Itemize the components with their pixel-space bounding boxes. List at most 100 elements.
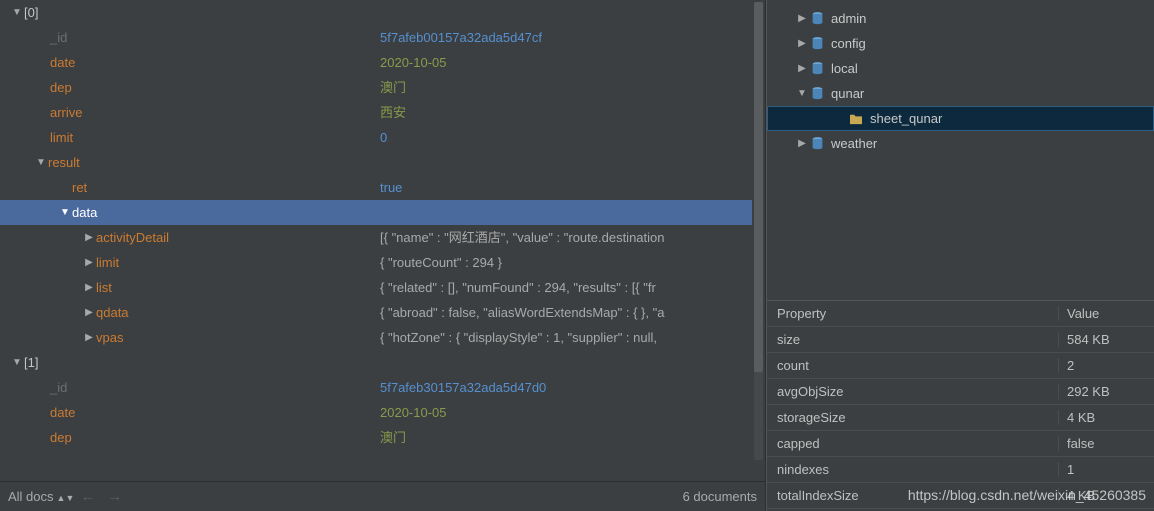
tree-row[interactable]: ▶limit { "routeCount" : 294 } [0,250,765,275]
nav-next-icon[interactable]: → [101,488,128,505]
db-node[interactable]: ▶ config [767,31,1154,56]
db-node[interactable]: ▼qunar [767,81,1154,106]
column-property[interactable]: Property [767,306,1058,321]
tree-row[interactable]: dep澳门 [0,75,765,100]
properties-panel: Property Value size584 KBcount2avgObjSiz… [767,300,1154,511]
db-node[interactable]: ▶ weather [767,131,1154,156]
db-node[interactable]: ▶ admin [767,6,1154,31]
tree-row-root[interactable]: ▼ [1] [0,350,765,375]
chevron-down-icon[interactable]: ▼ [10,350,24,375]
tree-row[interactable]: _id5f7afeb30157a32ada5d47d0 [0,375,765,400]
tree-value: [{ "name" : "网红酒店", "value" : "route.des… [380,225,765,250]
tree-key: result [48,150,80,175]
tree-key: arrive [50,100,83,125]
db-node[interactable]: ▶ local [767,56,1154,81]
property-row[interactable]: nindexes1 [767,457,1154,483]
chevron-right-icon[interactable]: ▶ [795,63,809,74]
status-bar: All docs▲▼ ← → 6 documents [0,481,765,511]
tree-key: data [72,200,97,225]
tree-value: 2020-10-05 [380,50,765,75]
property-row[interactable]: size584 KB [767,327,1154,353]
property-row[interactable]: totalIndexSize4 KB [767,483,1154,509]
alldocs-dropdown[interactable]: All docs▲▼ [8,489,74,504]
tree-value: 2020-10-05 [380,400,765,425]
chevron-down-icon[interactable]: ▼ [795,88,809,99]
document-tree-panel: ▼ [0] _id 5f7afeb00157a32ada5d47cf date 202… [0,0,766,511]
tree-row[interactable]: limit0 [0,125,765,150]
document-tree[interactable]: ▼ [0] _id 5f7afeb00157a32ada5d47cf date 202… [0,0,765,481]
tree-row[interactable]: date 2020-10-05 [0,400,765,425]
tree-key: date [50,50,75,75]
tree-key: _id [50,375,67,400]
chevron-down-icon[interactable]: ▼ [58,200,72,225]
tree-value: 西安 [380,100,765,125]
property-value: 584 KB [1058,332,1154,347]
tree-label: weather [831,136,877,151]
tree-key: date [50,400,75,425]
chevron-down-icon[interactable]: ▼ [34,150,48,175]
tree-key: [1] [24,350,38,375]
chevron-right-icon[interactable]: ▶ [795,38,809,49]
tree-row-data[interactable]: ▼ data [0,200,765,225]
tree-value: 5f7afeb00157a32ada5d47cf [380,25,765,50]
tree-value: { "routeCount" : 294 } [380,250,765,275]
tree-row-root[interactable]: ▼ [0] [0,0,765,25]
nav-prev-icon[interactable]: ← [74,488,101,505]
tree-row[interactable]: ▶activityDetail [{ "name" : "网红酒店", "valu… [0,225,765,250]
tree-key: _id [50,25,67,50]
tree-row[interactable]: ▶qdata{ "abroad" : false, "aliasWordExte… [0,300,765,325]
tree-row[interactable]: arrive 西安 [0,100,765,125]
chevron-right-icon[interactable]: ▶ [82,250,96,275]
property-name: count [767,358,1058,373]
database-tree[interactable]: ▶ admin ▶ config ▶ local ▼qunar sheet_qunar ▶ wea… [767,0,1154,300]
database-icon [809,11,825,27]
tree-key: dep [50,425,72,450]
tree-label: admin [831,11,866,26]
tree-row[interactable]: ▶vpas{ "hotZone" : { "displayStyle" : 1,… [0,325,765,350]
property-name: capped [767,436,1058,451]
chevron-right-icon[interactable]: ▶ [82,300,96,325]
property-row[interactable]: storageSize4 KB [767,405,1154,431]
tree-key: ret [72,175,87,200]
chevron-right-icon[interactable]: ▶ [795,138,809,149]
database-icon [809,61,825,77]
property-row[interactable]: cappedfalse [767,431,1154,457]
column-value[interactable]: Value [1058,306,1154,321]
tree-label: sheet_qunar [870,111,942,126]
tree-key: limit [96,250,119,275]
tree-value: true [380,175,765,200]
tree-key: qdata [96,300,129,325]
property-value: false [1058,436,1154,451]
tree-row[interactable]: ▶list{ "related" : [], "numFound" : 294,… [0,275,765,300]
tree-row[interactable]: _id 5f7afeb00157a32ada5d47cf [0,25,765,50]
database-icon [809,36,825,52]
chevron-right-icon[interactable]: ▶ [82,325,96,350]
property-name: nindexes [767,462,1058,477]
tree-label: local [831,61,858,76]
scrollbar-thumb[interactable] [754,2,763,372]
tree-value: 澳门 [380,425,765,450]
right-panel: ▶ admin ▶ config ▶ local ▼qunar sheet_qunar ▶ wea… [766,0,1154,511]
chevron-right-icon[interactable]: ▶ [82,275,96,300]
tree-key: vpas [96,325,123,350]
tree-label: config [831,36,866,51]
tree-key: activityDetail [96,225,169,250]
chevron-down-icon[interactable]: ▼ [10,0,24,25]
tree-row[interactable]: date 2020-10-05 [0,50,765,75]
database-icon [809,86,825,102]
tree-row-result[interactable]: ▼ result [0,150,765,175]
property-value: 2 [1058,358,1154,373]
property-value: 292 KB [1058,384,1154,399]
tree-key: dep [50,75,72,100]
property-row[interactable]: avgObjSize292 KB [767,379,1154,405]
property-name: size [767,332,1058,347]
property-row[interactable]: count2 [767,353,1154,379]
scrollbar-vertical[interactable] [752,0,765,462]
tree-row-ret[interactable]: ret true [0,175,765,200]
tree-key: limit [50,125,73,150]
tree-row[interactable]: dep 澳门 [0,425,765,450]
property-value: 4 KB [1058,410,1154,425]
chevron-right-icon[interactable]: ▶ [82,225,96,250]
chevron-right-icon[interactable]: ▶ [795,13,809,24]
collection-node[interactable]: sheet_qunar [767,106,1154,131]
